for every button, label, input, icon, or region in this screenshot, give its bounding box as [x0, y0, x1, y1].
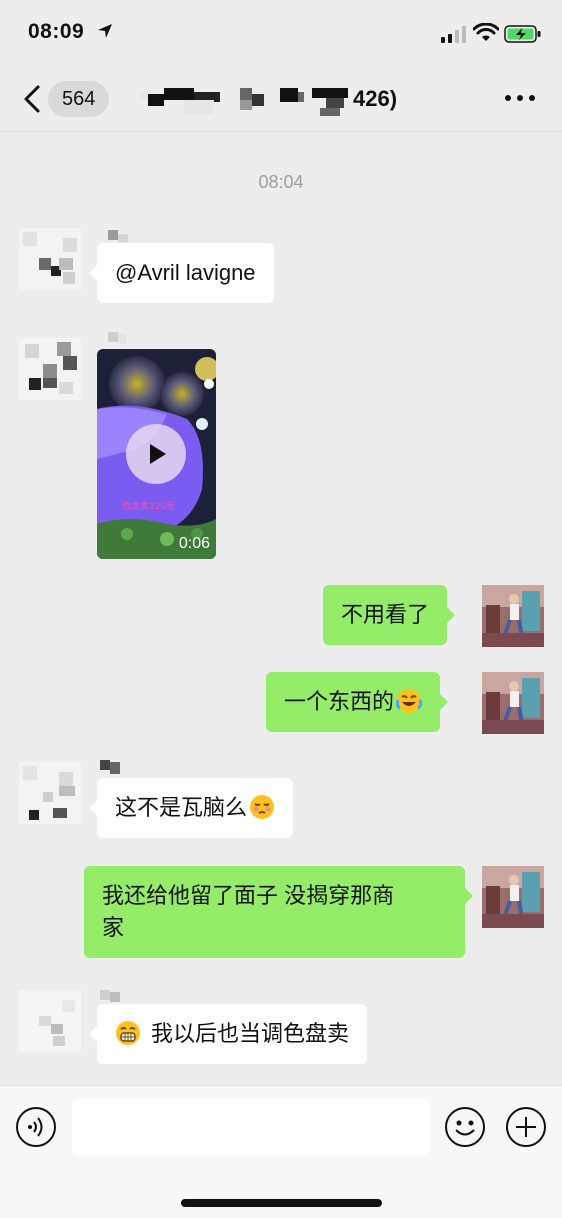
- plus-circle-icon[interactable]: [505, 1106, 547, 1148]
- smiley-icon[interactable]: [444, 1106, 486, 1148]
- status-bar: 08:09: [0, 0, 562, 66]
- message-text: 我以后也当调色盘卖: [151, 1021, 350, 1046]
- rofl-emoji-icon: [396, 689, 423, 713]
- cellular-signal-icon: [441, 26, 466, 43]
- status-time: 08:09: [28, 20, 85, 43]
- message-bubble-self[interactable]: 一个东西的: [266, 672, 449, 732]
- sender-name-mosaic: [100, 990, 120, 1002]
- chat-header: 564 426): [0, 66, 562, 132]
- voice-icon[interactable]: [15, 1106, 57, 1148]
- self-avatar[interactable]: [482, 585, 544, 647]
- avatar[interactable]: [19, 762, 81, 824]
- message-bubble[interactable]: 我以后也当调色盘卖: [88, 1004, 368, 1064]
- message-text: 不用看了: [341, 602, 430, 627]
- message-bubble[interactable]: @Avril lavigne: [89, 243, 274, 303]
- message-text: 这不是瓦脑么: [115, 795, 248, 820]
- sender-name-mosaic: [108, 332, 126, 344]
- message-bubble-self[interactable]: 我还给他留了面子 没揭穿那商 家: [84, 866, 473, 958]
- title-mosaic: [140, 88, 348, 116]
- group-title[interactable]: 426): [140, 84, 420, 118]
- group-member-count: 426): [353, 86, 398, 111]
- message-bubble-self[interactable]: 不用看了: [323, 585, 456, 645]
- time-divider: 08:04: [258, 172, 304, 192]
- message-text: 一个东西的: [284, 689, 395, 714]
- smirk-emoji-icon: [250, 795, 275, 819]
- input-bar: [0, 1085, 562, 1218]
- message-bubble[interactable]: 这不是瓦脑么: [88, 778, 294, 838]
- video-caption: 恐龙卖120元: [122, 502, 176, 512]
- sender-name-mosaic: [100, 760, 120, 774]
- unread-count-badge[interactable]: 564: [48, 81, 110, 117]
- message-text-line: 我还给他留了面子 没揭穿那商: [102, 883, 395, 908]
- grimace-emoji-icon: [116, 1021, 140, 1045]
- sender-name-mosaic: [108, 230, 128, 242]
- location-arrow-icon: [98, 24, 112, 38]
- battery-charging-icon: [504, 25, 541, 43]
- video-duration: 0:06: [178, 535, 210, 552]
- play-icon[interactable]: [126, 424, 186, 484]
- chevron-left-icon[interactable]: [20, 84, 44, 114]
- avatar[interactable]: [19, 228, 81, 290]
- self-avatar[interactable]: [482, 866, 544, 928]
- wifi-icon: [473, 23, 499, 41]
- avatar[interactable]: [19, 338, 81, 400]
- message-text-line: 家: [102, 915, 125, 940]
- home-indicator: [181, 1199, 382, 1207]
- video-message[interactable]: 恐龙卖120元 0:06: [97, 349, 216, 559]
- message-input[interactable]: [72, 1098, 430, 1156]
- more-dots-icon[interactable]: [500, 88, 540, 108]
- self-avatar[interactable]: [482, 672, 544, 734]
- message-text: @Avril lavigne: [115, 260, 256, 285]
- avatar[interactable]: [19, 990, 81, 1052]
